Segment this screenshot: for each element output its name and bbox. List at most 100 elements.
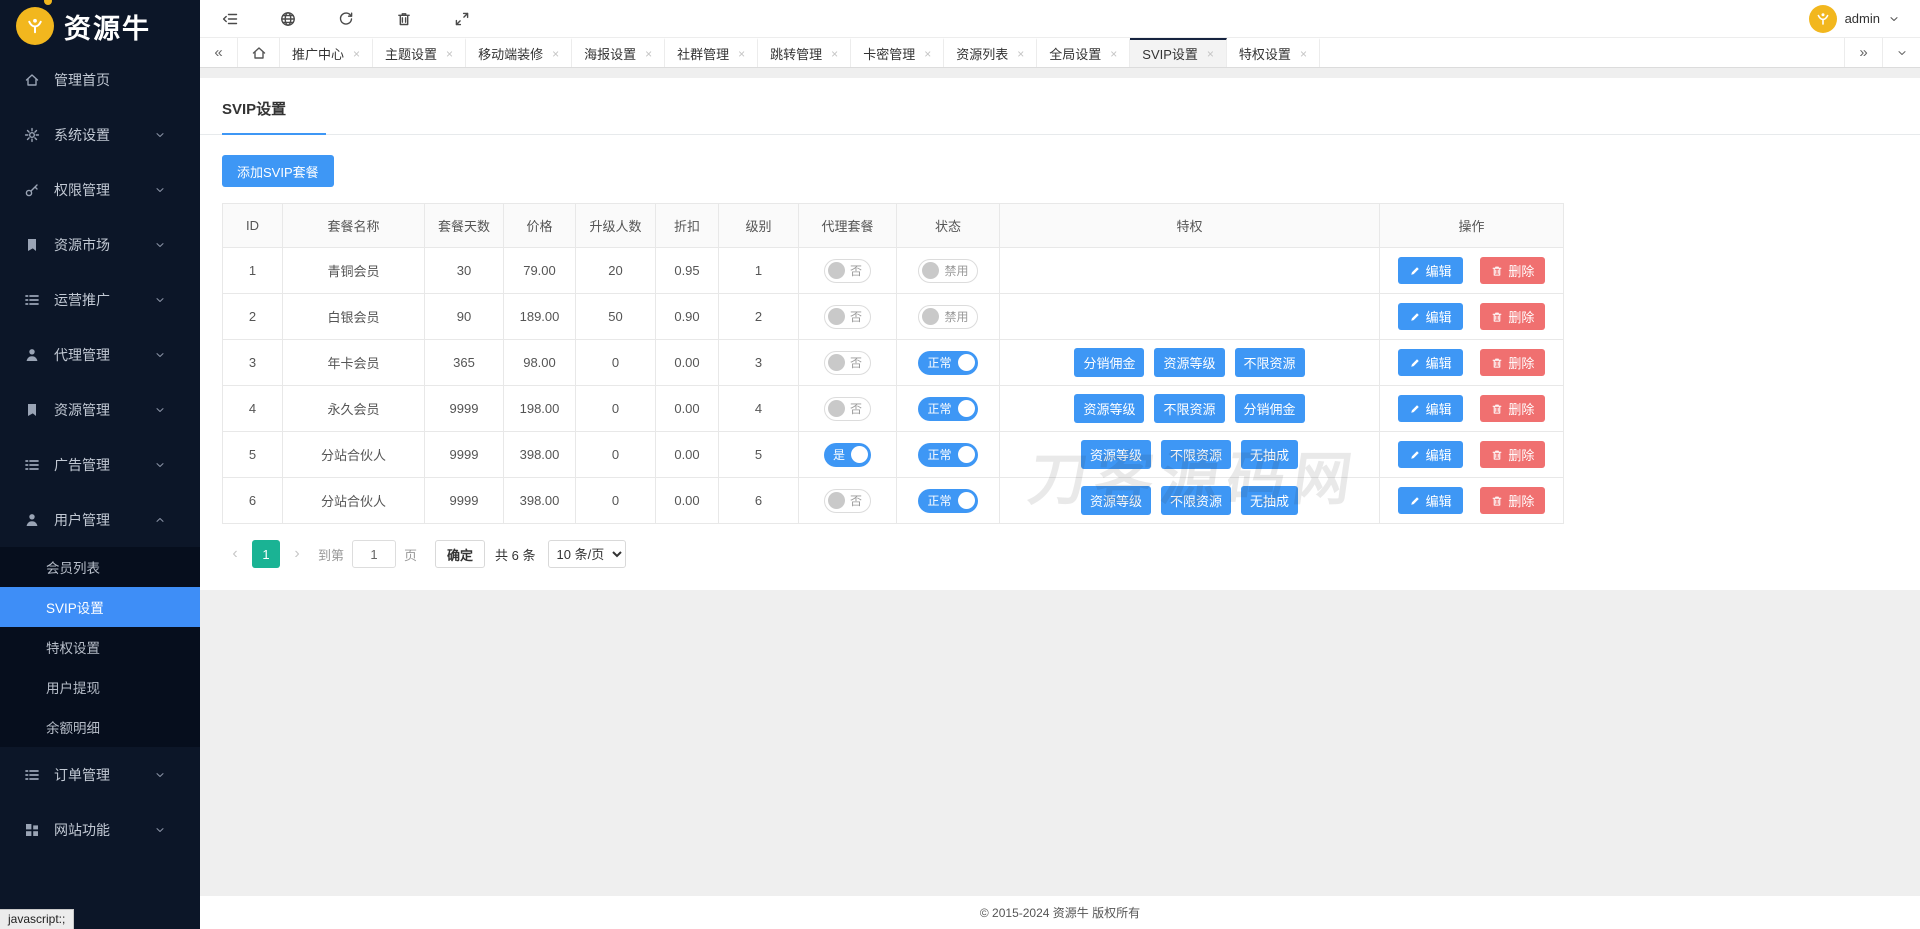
status-toggle[interactable]: 正常: [918, 350, 978, 375]
tab[interactable]: 资源列表 ×: [944, 38, 1038, 67]
tab-label: 特权设置: [1238, 47, 1291, 62]
tab[interactable]: 特权设置 ×: [1227, 38, 1320, 67]
tab-label: 社群管理: [677, 47, 730, 62]
agent-package-toggle[interactable]: 否: [823, 258, 871, 283]
refresh-icon[interactable]: [338, 11, 354, 27]
agent-package-toggle[interactable]: 否: [823, 488, 871, 513]
fullscreen-icon[interactable]: [454, 11, 470, 27]
sidebar-subitem[interactable]: 特权设置: [0, 627, 200, 667]
brand-logo[interactable]: 资源牛: [0, 0, 200, 52]
column-header: 状态: [896, 203, 1000, 248]
home-tab-icon[interactable]: [238, 38, 280, 67]
confirm-button[interactable]: 确定: [435, 540, 486, 568]
sidebar-item[interactable]: 管理首页: [0, 52, 200, 107]
close-icon[interactable]: ×: [1300, 47, 1307, 61]
tab[interactable]: SVIP设置 ×: [1130, 38, 1227, 67]
prev-page-button[interactable]: ‹: [222, 545, 248, 563]
sidebar-item[interactable]: 网站功能: [0, 802, 200, 857]
chevron-down-icon: [154, 459, 166, 471]
agent-package-toggle[interactable]: 否: [823, 350, 871, 375]
page-size-select[interactable]: 10 条/页: [547, 540, 626, 568]
sidebar-item[interactable]: 订单管理: [0, 747, 200, 802]
toggle-knob: [957, 446, 975, 463]
delete-button[interactable]: 删除: [1480, 441, 1546, 468]
avatar[interactable]: [1808, 4, 1837, 33]
close-icon[interactable]: ×: [353, 47, 360, 61]
sidebar-item[interactable]: 系统设置: [0, 107, 200, 162]
trash-icon[interactable]: [396, 11, 412, 27]
close-icon[interactable]: ×: [1110, 47, 1117, 61]
sidebar-item[interactable]: 运营推广: [0, 272, 200, 327]
delete-button[interactable]: 删除: [1480, 303, 1546, 330]
tab[interactable]: 跳转管理 ×: [758, 38, 852, 67]
edit-button[interactable]: 编辑: [1397, 257, 1463, 284]
edit-button[interactable]: 编辑: [1397, 303, 1463, 330]
cell-price: 398.00: [503, 431, 576, 478]
sidebar-item-label: 运营推广: [54, 291, 110, 308]
list-icon: [24, 292, 40, 308]
globe-icon[interactable]: [280, 11, 296, 27]
edit-button[interactable]: 编辑: [1397, 395, 1463, 422]
cell-status: 禁用: [896, 247, 1000, 294]
add-svip-package-button[interactable]: 添加SVIP套餐: [222, 155, 334, 187]
sidebar-item[interactable]: 代理管理: [0, 327, 200, 382]
privilege-badge: 分销佣金: [1074, 348, 1145, 377]
close-icon[interactable]: ×: [831, 47, 838, 61]
sidebar-item[interactable]: 资源市场: [0, 217, 200, 272]
delete-button[interactable]: 删除: [1480, 395, 1546, 422]
tabs-scroll-right-button[interactable]: »: [1844, 38, 1882, 67]
table-row: 1 青铜会员 30 79.00 20 0.95 1 否 禁用 编辑 删除: [222, 247, 1564, 294]
close-icon[interactable]: ×: [1017, 47, 1024, 61]
current-page-button[interactable]: 1: [252, 540, 280, 568]
edit-button[interactable]: 编辑: [1397, 487, 1463, 514]
sidebar-item[interactable]: 广告管理: [0, 437, 200, 492]
close-icon[interactable]: ×: [738, 47, 745, 61]
close-icon[interactable]: ×: [552, 47, 559, 61]
tab[interactable]: 主题设置 ×: [373, 38, 467, 67]
next-page-button[interactable]: ›: [284, 545, 310, 563]
close-icon[interactable]: ×: [924, 47, 931, 61]
status-toggle[interactable]: 正常: [918, 488, 978, 513]
jump-page-input[interactable]: [352, 540, 397, 568]
sidebar-item[interactable]: 权限管理: [0, 162, 200, 217]
sidebar-item[interactable]: 资源管理: [0, 382, 200, 437]
delete-button[interactable]: 删除: [1480, 487, 1546, 514]
delete-button[interactable]: 删除: [1480, 257, 1546, 284]
tabs-dropdown-button[interactable]: [1882, 38, 1920, 67]
toggle-label: 否: [849, 264, 862, 278]
sidebar-subitem[interactable]: SVIP设置: [0, 587, 200, 627]
tabs-scroll-left-button[interactable]: «: [200, 38, 238, 67]
edit-button[interactable]: 编辑: [1397, 441, 1463, 468]
edit-button[interactable]: 编辑: [1397, 349, 1463, 376]
sidebar-subitem[interactable]: 会员列表: [0, 547, 200, 587]
sidebar-item[interactable]: 用户管理: [0, 492, 200, 547]
bull-logo-icon: [16, 7, 54, 45]
close-icon[interactable]: ×: [446, 47, 453, 61]
close-icon[interactable]: ×: [1207, 47, 1214, 61]
column-header: 代理套餐: [798, 203, 897, 248]
tab[interactable]: 海报设置 ×: [572, 38, 666, 67]
status-toggle[interactable]: 禁用: [918, 258, 978, 283]
status-toggle[interactable]: 正常: [918, 442, 978, 467]
cell-days: 9999: [424, 385, 504, 432]
delete-button[interactable]: 删除: [1480, 349, 1546, 376]
sidebar-item-label: 权限管理: [54, 181, 110, 198]
sidebar-subitem[interactable]: 余额明细: [0, 707, 200, 747]
status-toggle[interactable]: 禁用: [918, 304, 978, 329]
tab[interactable]: 社群管理 ×: [665, 38, 759, 67]
sidebar-collapse-icon[interactable]: [222, 11, 238, 27]
tab[interactable]: 移动端装修 ×: [466, 38, 573, 67]
tab[interactable]: 卡密管理 ×: [851, 38, 945, 67]
status-toggle[interactable]: 正常: [918, 396, 978, 421]
close-icon[interactable]: ×: [645, 47, 652, 61]
user-menu[interactable]: admin: [1808, 4, 1900, 33]
sidebar-subitem[interactable]: 用户提现: [0, 667, 200, 707]
agent-package-toggle[interactable]: 是: [823, 442, 871, 467]
agent-package-toggle[interactable]: 否: [823, 396, 871, 421]
tab-label: 推广中心: [292, 47, 345, 62]
agent-package-toggle[interactable]: 否: [823, 304, 871, 329]
copyright-text: © 2015-2024 资源牛 版权所有: [979, 906, 1141, 920]
edit-label: 编辑: [1425, 264, 1452, 279]
tab[interactable]: 全局设置 ×: [1037, 38, 1131, 67]
tab[interactable]: 推广中心 ×: [280, 38, 374, 67]
